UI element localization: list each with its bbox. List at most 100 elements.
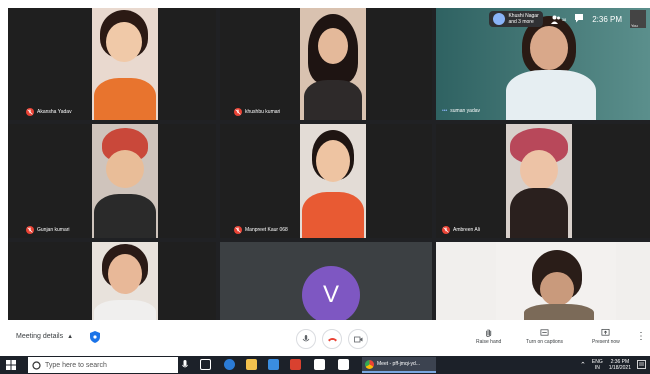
taskbar-search-box[interactable]: Type here to search — [28, 357, 178, 373]
participant-video — [92, 8, 158, 120]
self-view[interactable]: You — [630, 10, 646, 28]
participant-tile-7[interactable] — [8, 242, 216, 320]
mic-off-icon — [234, 108, 242, 116]
people-button[interactable]: 38 — [550, 15, 566, 24]
people-icon — [550, 15, 560, 24]
taskbar-chrome-meet-app[interactable]: Meet - pff-jmqi-yd... — [362, 357, 436, 373]
participant-body — [94, 300, 156, 320]
camera-button[interactable] — [348, 329, 368, 349]
participant-tile-5[interactable]: Manpreet Kaur 068 — [220, 124, 432, 238]
chrome-icon — [365, 359, 374, 369]
participant-name: suman yadav — [450, 108, 481, 114]
participant-video — [92, 124, 158, 238]
participant-face — [540, 272, 574, 306]
participant-name: khushbu kumari — [245, 109, 281, 115]
participant-name: Gunjan kumari — [37, 227, 70, 233]
hand-icon — [486, 329, 492, 337]
participant-name-tag: Ambreen Ali — [442, 226, 480, 234]
meeting-details-button[interactable]: Meeting details ▲ — [16, 333, 73, 340]
edge-browser-icon[interactable] — [224, 359, 235, 370]
participant-video — [496, 242, 616, 320]
participant-body — [94, 78, 156, 120]
participant-avatar: V — [302, 266, 360, 320]
participant-tile-4[interactable]: Gunjan kumari — [8, 124, 216, 238]
participant-face — [318, 28, 348, 64]
participant-name-tag: Gunjan kumari — [26, 226, 70, 234]
present-now-label: Present now — [592, 339, 620, 345]
store-icon[interactable] — [268, 359, 279, 370]
app-icon[interactable] — [338, 359, 349, 370]
microphone-icon — [302, 334, 310, 341]
participant-video — [506, 124, 572, 238]
participant-video — [92, 242, 158, 320]
participant-chip-avatar — [493, 13, 506, 25]
participant-face — [106, 22, 142, 62]
search-circle-icon — [32, 360, 41, 370]
show-hidden-icons-icon[interactable]: ⌃ — [580, 361, 586, 369]
search-placeholder: Type here to search — [45, 361, 107, 369]
mic-off-icon — [442, 226, 450, 234]
mic-off-icon — [26, 226, 34, 234]
participant-name-tag: Manpreet Kaur 068 — [234, 226, 288, 234]
windows-start-icon[interactable] — [6, 360, 16, 370]
participant-face — [108, 254, 142, 294]
file-explorer-icon[interactable] — [246, 359, 257, 370]
notifications-icon[interactable] — [637, 360, 646, 370]
office-app-icon[interactable] — [290, 359, 301, 370]
leave-call-button[interactable] — [322, 329, 342, 349]
participant-name: Akansha Yadav — [37, 109, 72, 115]
participant-body — [94, 194, 156, 238]
captions-button[interactable]: Turn on captions — [526, 328, 563, 345]
participant-tile-2[interactable]: khushbu kumari — [220, 8, 432, 120]
windows-taskbar: Type here to search Meet - pff-jmqi-yd..… — [0, 356, 650, 374]
participant-name-tag: ••• suman yadav — [442, 108, 480, 114]
participant-name-tag: Akansha Yadav — [26, 108, 72, 116]
system-clock[interactable]: 2:36 PM 1/18/2021 — [609, 359, 631, 371]
mic-off-icon — [234, 226, 242, 234]
participant-body — [524, 304, 594, 320]
hang-up-icon — [327, 337, 337, 341]
participants-chip[interactable]: Khushi Nagar and 3 more — [489, 11, 543, 27]
chevron-up-icon: ▲ — [67, 333, 74, 340]
mic-off-icon — [26, 108, 34, 116]
taskbar-app-title: Meet - pff-jmqi-yd... — [377, 361, 420, 367]
participant-body — [304, 80, 362, 120]
more-options-icon[interactable]: ⋮ — [636, 331, 646, 342]
camera-icon — [353, 336, 362, 342]
participant-body — [510, 188, 568, 238]
clipped-top-strip — [0, 0, 650, 8]
meet-video-grid: Akansha Yadav khushbu kumari ••• suman y… — [8, 8, 650, 320]
meeting-details-label: Meeting details — [16, 333, 64, 340]
clock-date: 1/18/2021 — [608, 365, 631, 371]
present-now-button[interactable]: Present now — [592, 328, 620, 345]
participant-body — [302, 192, 364, 238]
microphone-icon[interactable] — [182, 360, 188, 370]
participant-name-tag: khushbu kumari — [234, 108, 280, 116]
participant-video — [300, 8, 366, 120]
raise-hand-label: Raise hand — [476, 339, 502, 345]
microphone-button[interactable] — [296, 329, 316, 349]
captions-icon — [540, 329, 549, 336]
raise-hand-button[interactable]: Raise hand — [476, 328, 501, 345]
captions-label: Turn on captions — [526, 339, 564, 345]
participant-tile-1[interactable]: Akansha Yadav — [8, 8, 216, 120]
region-code: IN — [594, 365, 600, 371]
participant-tile-8[interactable]: V — [220, 242, 432, 320]
top-right-overlay: Khushi Nagar and 3 more 38 2:36 PM You — [489, 8, 650, 30]
participant-face — [530, 26, 568, 70]
mail-icon[interactable] — [314, 359, 325, 370]
present-icon — [601, 328, 610, 336]
participant-name: Ambreen Ali — [453, 227, 480, 233]
participants-chip-line2: and 3 more — [508, 19, 534, 25]
participant-face — [520, 150, 558, 190]
speaking-indicator: ••• — [442, 108, 448, 114]
meeting-control-bar: Meeting details ▲ Raise hand Turn on cap… — [0, 320, 650, 356]
chat-button[interactable] — [574, 10, 584, 28]
participant-name: Manpreet Kaur 068 — [245, 227, 288, 233]
shield-icon[interactable] — [90, 331, 100, 343]
task-view-icon[interactable] — [200, 359, 211, 370]
participant-tile-9[interactable] — [436, 242, 650, 320]
participant-face — [316, 140, 350, 182]
participant-tile-6[interactable]: Ambreen Ali — [436, 124, 650, 238]
input-language[interactable]: ENG IN — [592, 359, 603, 371]
